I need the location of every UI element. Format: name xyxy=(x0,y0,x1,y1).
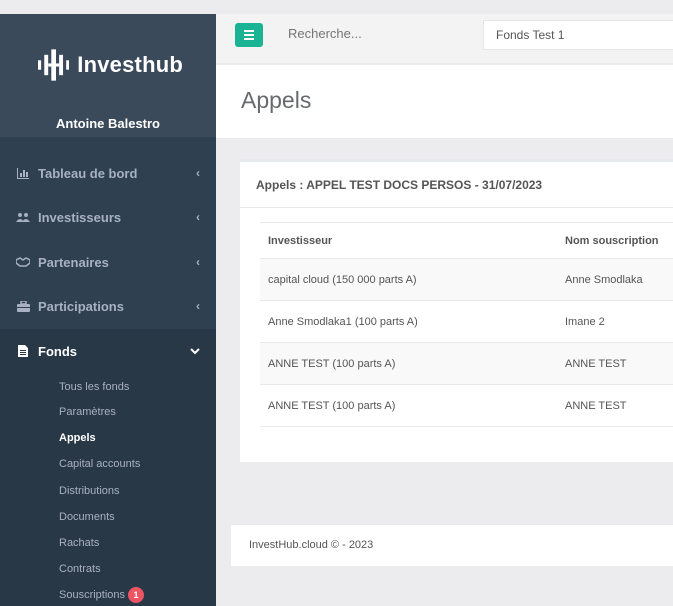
investors-table: Investisseur Nom souscription capital cl… xyxy=(260,222,673,427)
brand-logo[interactable]: Investhub xyxy=(38,40,183,90)
submenu-item-documents[interactable]: Documents xyxy=(59,511,115,523)
cell-investisseur: Anne Smodlaka1 (100 parts A) xyxy=(260,300,557,343)
table-header-row: Investisseur Nom souscription xyxy=(260,222,673,259)
submenu-item-contrats[interactable]: Contrats xyxy=(59,563,101,575)
top-navbar: Fonds Test 1 xyxy=(216,14,673,64)
nav-label: Participations xyxy=(38,298,124,314)
table-row[interactable]: ANNE TEST (100 parts A) ANNE TEST xyxy=(260,342,673,385)
cell-nom-souscription: Anne Smodlaka xyxy=(557,258,673,301)
appels-panel: Appels : APPEL TEST DOCS PERSOS - 31/07/… xyxy=(240,159,673,462)
table-row[interactable]: ANNE TEST (100 parts A) ANNE TEST xyxy=(260,384,673,427)
menu-toggle-button[interactable] xyxy=(235,23,263,47)
chevron-left-icon: ‹ xyxy=(196,210,200,224)
chevron-left-icon: ‹ xyxy=(196,299,200,313)
submenu-item-rachats[interactable]: Rachats xyxy=(59,537,99,549)
cell-nom-souscription: ANNE TEST xyxy=(557,384,673,427)
submenu-item-tous-les-fonds[interactable]: Tous les fonds xyxy=(59,381,129,393)
fonds-submenu: Tous les fonds Paramètres Appels Capital… xyxy=(0,372,216,606)
nav-item-participations[interactable]: Participations ‹ xyxy=(0,284,216,328)
hamburger-icon xyxy=(244,30,254,32)
user-name[interactable]: Antoine Balestro xyxy=(0,116,216,131)
nav-label: Fonds xyxy=(38,343,77,359)
table-row[interactable]: Anne Smodlaka1 (100 parts A) Imane 2 xyxy=(260,300,673,343)
submenu-item-parametres[interactable]: Paramètres xyxy=(59,406,116,418)
brand-name: Investhub xyxy=(77,52,183,77)
submenu-item-appels[interactable]: Appels xyxy=(59,432,96,444)
file-icon xyxy=(16,344,30,358)
cell-nom-souscription: Imane 2 xyxy=(557,300,673,343)
cell-nom-souscription: ANNE TEST xyxy=(557,342,673,385)
notification-badge: 1 xyxy=(128,587,145,603)
submenu-item-souscriptions[interactable]: Souscriptions 1 xyxy=(59,587,145,603)
chevron-down-icon xyxy=(190,344,200,358)
nav-item-investisseurs[interactable]: Investisseurs ‹ xyxy=(0,195,216,239)
nav-item-fonds[interactable]: Fonds xyxy=(0,329,216,373)
users-icon xyxy=(16,210,30,224)
search-input[interactable] xyxy=(288,26,468,41)
nav-label: Partenaires xyxy=(38,254,109,270)
investhub-logo-icon xyxy=(38,49,70,81)
handshake-icon xyxy=(16,255,30,269)
footer-text: InvestHub.cloud © - 2023 xyxy=(249,539,374,551)
chevron-left-icon: ‹ xyxy=(196,166,200,180)
column-header-investisseur[interactable]: Investisseur xyxy=(260,222,557,259)
submenu-label: Souscriptions xyxy=(59,588,126,601)
page-footer: InvestHub.cloud © - 2023 xyxy=(231,524,673,566)
table-row[interactable]: capital cloud (150 000 parts A) Anne Smo… xyxy=(260,258,673,301)
nav-item-partenaires[interactable]: Partenaires ‹ xyxy=(0,240,216,284)
page-title: Appels xyxy=(241,87,312,113)
column-header-nom-souscription[interactable]: Nom souscription xyxy=(557,222,673,259)
briefcase-icon xyxy=(16,299,30,313)
submenu-item-capital-accounts[interactable]: Capital accounts xyxy=(59,458,140,470)
chart-icon xyxy=(16,166,30,180)
nav-label: Investisseurs xyxy=(38,209,122,225)
sidebar-brand: Investhub Antoine Balestro xyxy=(0,14,216,138)
fund-select[interactable]: Fonds Test 1 xyxy=(483,20,673,50)
nav-label: Tableau de bord xyxy=(38,165,138,181)
page-heading: Appels xyxy=(216,65,673,139)
cell-investisseur: ANNE TEST (100 parts A) xyxy=(260,384,557,427)
cell-investisseur: capital cloud (150 000 parts A) xyxy=(260,258,557,301)
chevron-left-icon: ‹ xyxy=(196,255,200,269)
panel-title: Appels : APPEL TEST DOCS PERSOS - 31/07/… xyxy=(240,162,673,208)
submenu-item-distributions[interactable]: Distributions xyxy=(59,485,120,497)
cell-investisseur: ANNE TEST (100 parts A) xyxy=(260,342,557,385)
nav-item-tableau-de-bord[interactable]: Tableau de bord ‹ xyxy=(0,151,216,195)
